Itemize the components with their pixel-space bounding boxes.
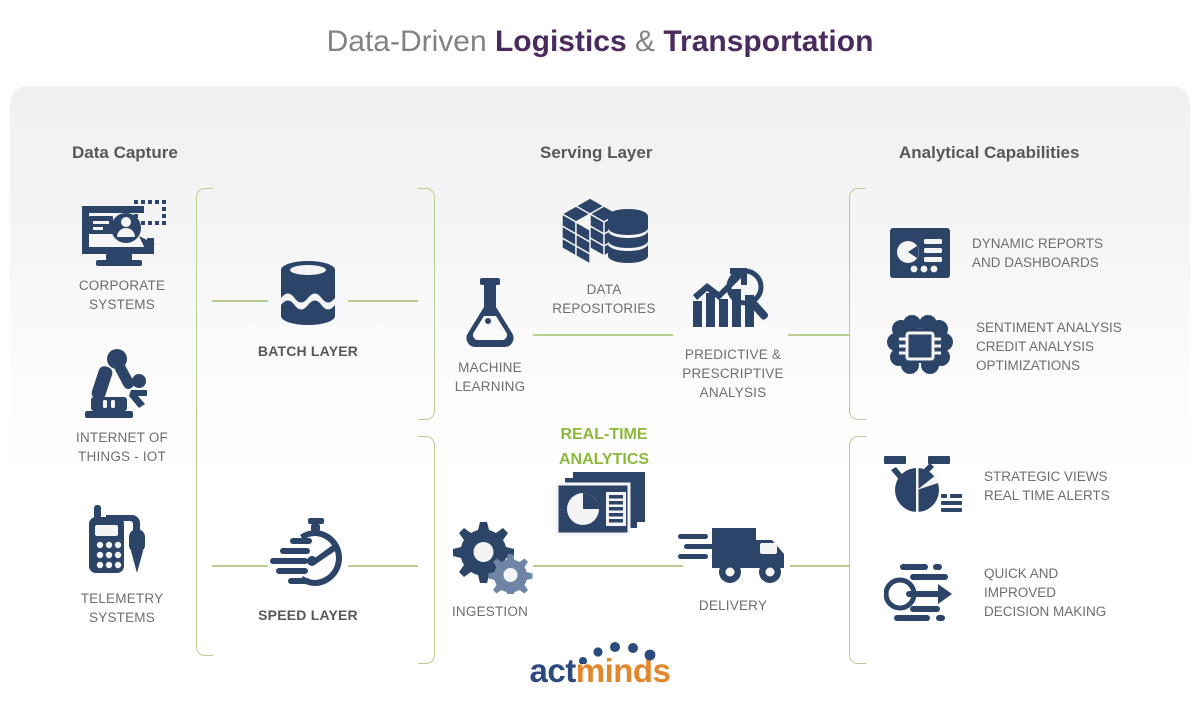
corporate-systems-icon <box>82 200 166 266</box>
dashboard-report-icon <box>555 472 645 536</box>
node-label: INTERNET OF THINGS - IOT <box>76 430 168 464</box>
realtime-analytics-label: REAL-TIME ANALYTICS <box>558 426 650 468</box>
page-title-part4: Transportation <box>663 25 874 58</box>
predictive-analysis-icon <box>693 268 769 327</box>
brain-chip-icon <box>887 315 953 374</box>
column-header-data-capture: Data Capture <box>72 143 178 162</box>
capability-strategic-views[interactable]: STRATEGIC VIEWS REAL TIME ALERTS <box>884 455 1110 517</box>
page-title-part1: Data-Driven <box>326 25 495 58</box>
capability-label: QUICK AND IMPROVED DECISION MAKING <box>984 565 1107 619</box>
capability-label: STRATEGIC VIEWS REAL TIME ALERTS <box>984 469 1110 503</box>
node-batch-layer[interactable]: BATCH LAYER <box>228 252 388 361</box>
node-label: CORPORATE SYSTEMS <box>78 278 166 312</box>
node-telemetry-systems[interactable]: TELEMETRY SYSTEMS <box>42 503 202 627</box>
logo-dot-arc-icon <box>578 642 655 664</box>
column-header-analytical-capabilities: Analytical Capabilities <box>899 143 1080 162</box>
node-internet-of-things[interactable]: INTERNET OF THINGS - IOT <box>42 348 202 466</box>
node-predictive-analysis[interactable]: PREDICTIVE & PRESCRIPTIVE ANALYSIS <box>655 265 811 402</box>
page-title-part2: Logistics <box>494 25 627 58</box>
node-label: BATCH LAYER <box>257 343 359 359</box>
node-corporate-systems[interactable]: CORPORATE SYSTEMS <box>42 196 202 314</box>
node-label: TELEMETRY SYSTEMS <box>80 591 164 625</box>
node-label: MACHINE LEARNING <box>454 360 526 394</box>
node-label: INGESTION <box>451 604 529 619</box>
capability-sentiment-analysis[interactable]: SENTIMENT ANALYSIS CREDIT ANALYSIS OPTIM… <box>886 315 1122 377</box>
node-label: SPEED LAYER <box>258 607 358 623</box>
dashboard-reports-icon <box>890 228 950 278</box>
flask-icon <box>466 278 514 348</box>
delivery-truck-icon <box>678 528 784 583</box>
pie-chart-views-icon <box>884 456 962 512</box>
capability-label: DYNAMIC REPORTS AND DASHBOARDS <box>972 236 1104 270</box>
data-repositories-icon <box>560 197 648 266</box>
gears-icon <box>453 522 533 594</box>
logo-text-act: act <box>529 652 577 689</box>
capability-dynamic-reports[interactable]: DYNAMIC REPORTS AND DASHBOARDS <box>890 228 1103 278</box>
company-logo[interactable]: actminds <box>0 642 1200 689</box>
telemetry-device-icon <box>89 505 145 573</box>
node-label: DELIVERY <box>698 598 768 613</box>
node-label: PREDICTIVE & PRESCRIPTIVE ANALYSIS <box>682 347 784 400</box>
fast-decision-icon <box>884 564 952 621</box>
page-title-ampersand: & <box>626 25 664 58</box>
connector-bracket-capabilities-top <box>849 188 866 420</box>
connector-bracket-capabilities-bottom <box>849 436 866 664</box>
page-title: Data-Driven Logistics & Transportation <box>0 25 1200 59</box>
capability-quick-decision[interactable]: QUICK AND IMPROVED DECISION MAKING <box>884 562 1106 622</box>
node-speed-layer[interactable]: SPEED LAYER <box>228 516 388 625</box>
speedometer-icon <box>270 518 343 586</box>
capability-label: SENTIMENT ANALYSIS CREDIT ANALYSIS OPTIM… <box>976 319 1122 373</box>
column-header-serving-layer: Serving Layer <box>540 143 653 162</box>
node-realtime-analytics[interactable] <box>526 468 682 550</box>
robot-arm-icon <box>85 349 147 418</box>
database-batch-icon <box>281 261 335 325</box>
